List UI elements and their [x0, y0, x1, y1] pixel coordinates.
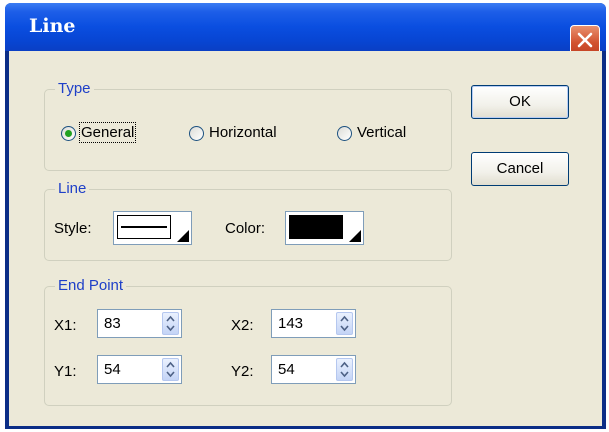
line-style-preview — [117, 215, 171, 239]
ok-button[interactable]: OK — [471, 85, 569, 119]
y2-spinbox[interactable]: 54 — [271, 355, 356, 384]
x2-label: X2: — [231, 317, 254, 334]
radio-horizontal-label[interactable]: Horizontal — [209, 124, 277, 141]
dropdown-arrow-icon — [177, 230, 189, 242]
y1-value[interactable]: 54 — [104, 361, 121, 378]
endpoint-groupbox: End Point — [44, 277, 452, 406]
up-down-arrows-icon — [166, 315, 175, 332]
radio-vertical-label[interactable]: Vertical — [357, 124, 406, 141]
x1-spinbox[interactable]: 83 — [97, 309, 182, 338]
up-down-arrows-icon — [166, 361, 175, 378]
x1-value[interactable]: 83 — [104, 315, 121, 332]
color-picker[interactable] — [285, 211, 364, 245]
x2-value[interactable]: 143 — [278, 315, 303, 332]
endpoint-legend: End Point — [55, 277, 127, 294]
line-legend: Line — [55, 180, 90, 197]
cancel-button[interactable]: Cancel — [471, 152, 569, 186]
up-down-arrows-icon — [340, 361, 349, 378]
color-label: Color: — [225, 220, 266, 237]
y2-label: Y2: — [231, 363, 254, 380]
color-swatch — [289, 215, 343, 239]
radio-general[interactable] — [61, 126, 76, 141]
line-dialog-window: Line Type General Horizontal Vertical Li… — [5, 3, 606, 429]
y1-spin-buttons[interactable] — [162, 358, 179, 381]
y2-value[interactable]: 54 — [278, 361, 295, 378]
y2-spin-buttons[interactable] — [336, 358, 353, 381]
x1-spin-buttons[interactable] — [162, 312, 179, 335]
close-icon — [577, 32, 593, 48]
style-label: Style: — [54, 220, 92, 237]
style-picker[interactable] — [113, 211, 192, 245]
type-legend: Type — [55, 80, 94, 97]
radio-horizontal[interactable] — [189, 126, 204, 141]
y1-label: Y1: — [54, 363, 77, 380]
dialog-client-area: Type General Horizontal Vertical Line St… — [9, 51, 602, 426]
radio-vertical[interactable] — [337, 126, 352, 141]
x1-label: X1: — [54, 317, 77, 334]
x2-spin-buttons[interactable] — [336, 312, 353, 335]
title-bar[interactable]: Line — [5, 3, 606, 51]
y1-spinbox[interactable]: 54 — [97, 355, 182, 384]
x2-spinbox[interactable]: 143 — [271, 309, 356, 338]
dialog-title: Line — [29, 15, 76, 37]
up-down-arrows-icon — [340, 315, 349, 332]
dropdown-arrow-icon — [349, 230, 361, 242]
radio-general-label[interactable]: General — [78, 122, 137, 143]
